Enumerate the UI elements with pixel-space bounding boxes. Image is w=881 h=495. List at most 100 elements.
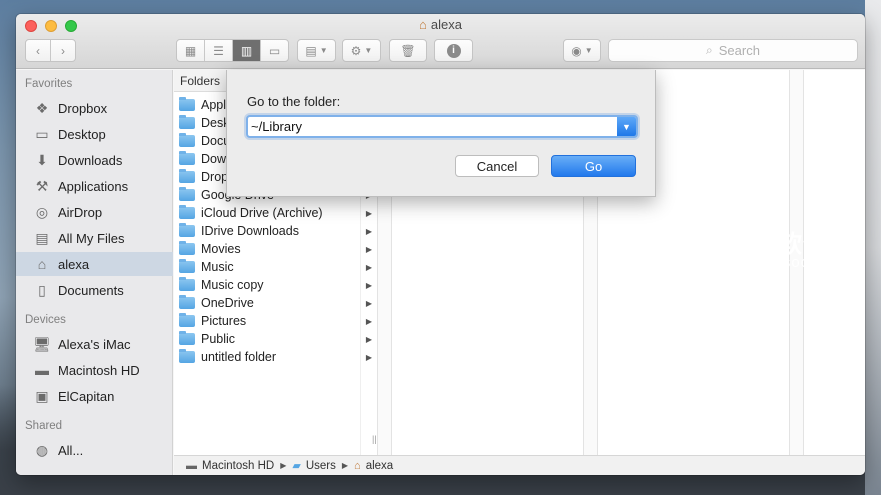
sidebar-item-macintosh-hd[interactable]: ▬ Macintosh HD (16, 358, 173, 382)
sidebar-item-all-shared[interactable]: ◍ All... (16, 438, 173, 462)
downloads-icon: ⬇ (36, 151, 48, 168)
disk-icon: ▬ (186, 459, 197, 472)
back-forward-control: ‹ › (25, 39, 76, 62)
airdrop-icon: ◎ (35, 203, 49, 220)
applications-icon: ⚒ (35, 177, 49, 194)
go-to-folder-dialog: Go to the folder: ▼ Cancel Go (226, 70, 656, 197)
sidebar-item-airdrop[interactable]: ◎ AirDrop (16, 200, 173, 224)
folder-row[interactable]: Music ▶ (174, 258, 372, 276)
folder-icon (179, 187, 195, 201)
folder-path-combobox: ▼ (246, 115, 638, 138)
folder-row[interactable]: untitled folder ▶ (174, 348, 372, 366)
folder-row[interactable]: IDrive Downloads ▶ (174, 222, 372, 240)
sidebar-item-alexas-imac[interactable]: 🖥 Alexa's iMac (16, 332, 173, 356)
folder-row[interactable]: Movies ▶ (174, 240, 372, 258)
cover-flow-icon: ▭ (268, 43, 281, 58)
path-item-alexa[interactable]: alexa (366, 460, 394, 472)
home-icon: ⌂ (37, 256, 47, 272)
folder-icon (179, 259, 195, 273)
folder-icon (179, 313, 195, 327)
folder-row[interactable]: OneDrive ▶ (174, 294, 372, 312)
list-view-button[interactable]: ☰ (205, 40, 232, 61)
column-view-button[interactable]: ▥ (232, 40, 261, 61)
chevron-right-icon: › (60, 43, 65, 58)
path-item-macintosh-hd[interactable]: Macintosh HD (202, 460, 274, 472)
arrange-icon: ▤ (305, 43, 317, 58)
folder-icon (179, 241, 195, 255)
desktop-icon: ▭ (35, 125, 49, 142)
folder-icon (179, 133, 195, 147)
arrange-button[interactable]: ▤ ▼ (297, 39, 336, 62)
forward-button[interactable]: › (51, 40, 75, 61)
eye-icon: ◉ (571, 43, 582, 58)
chevron-down-icon[interactable]: ▼ (617, 117, 636, 136)
documents-icon: ▯ (38, 281, 46, 298)
folder-icon (179, 97, 195, 111)
sidebar-item-alexa[interactable]: ⌂ alexa (16, 252, 173, 276)
folder-row[interactable]: Pictures ▶ (174, 312, 372, 330)
cover-flow-button[interactable]: ▭ (261, 40, 288, 61)
watermark-url: mac.orsoon.com (731, 254, 856, 271)
all-files-icon: ▤ (35, 229, 49, 246)
folder-icon (179, 295, 195, 309)
sidebar-item-desktop[interactable]: ▭ Desktop (16, 122, 173, 146)
sidebar-section-devices: Devices (25, 314, 66, 326)
folder-row[interactable]: Public ▶ (174, 330, 372, 348)
go-button[interactable]: Go (551, 155, 636, 177)
watermark: W 未来软件园 mac.orsoon.com (676, 220, 876, 280)
view-mode-control: ▦ ☰ ▥ ▭ (176, 39, 289, 62)
quick-look-button[interactable]: ◉ ▼ (563, 39, 601, 62)
sidebar-item-elcapitan[interactable]: ▣ ElCapitan (16, 384, 173, 408)
title-bar: ⌂ alexa ‹ › ▦ ☰ ▥ ▭ ▤ ▼ ⚙ ▼ 🗑 i ◉ ▼ ⌕ Se… (16, 14, 865, 69)
sidebar-item-downloads[interactable]: ⬇ Downloads (16, 148, 173, 172)
watermark-logo-icon: W (676, 222, 720, 266)
folder-path-input[interactable] (248, 117, 617, 136)
sidebar-item-applications[interactable]: ⚒ Applications (16, 174, 173, 198)
get-info-button[interactable]: i (434, 39, 473, 62)
chevron-left-icon: ‹ (36, 43, 41, 58)
home-icon: ⌂ (419, 17, 427, 32)
sidebar-item-all-my-files[interactable]: ▤ All My Files (16, 226, 173, 250)
folder-icon (179, 331, 195, 345)
sidebar-section-shared: Shared (25, 420, 63, 432)
sidebar-section-favorites: Favorites (25, 78, 73, 90)
list-icon: ☰ (213, 43, 224, 58)
imac-icon: 🖥 (33, 335, 51, 352)
disk-icon: ▬ (35, 362, 49, 378)
folder-row[interactable]: iCloud Drive (Archive) ▶ (174, 204, 372, 222)
sidebar-item-documents[interactable]: ▯ Documents (16, 278, 173, 302)
path-bar: ▬ Macintosh HD ▶ ▰ Users ▶ ⌂ alexa (174, 455, 865, 475)
home-icon: ⌂ (354, 459, 361, 472)
search-icon: ⌕ (706, 43, 713, 57)
folder-row[interactable]: Music copy ▶ (174, 276, 372, 294)
folder-icon (179, 205, 195, 219)
sidebar-item-dropbox[interactable]: ❖ Dropbox (16, 96, 173, 120)
column-resize-handle[interactable]: || (372, 434, 377, 444)
search-field[interactable]: ⌕ Search (608, 39, 858, 62)
folder-icon (179, 277, 195, 291)
columns-icon: ▥ (240, 43, 253, 58)
action-button[interactable]: ⚙ ▼ (342, 39, 381, 62)
dialog-label: Go to the folder: (247, 94, 341, 109)
back-button[interactable]: ‹ (26, 40, 50, 61)
trash-icon: 🗑 (400, 43, 416, 58)
dropbox-icon: ❖ (35, 99, 49, 116)
sidebar: Favorites ❖ Dropbox ▭ Desktop ⬇ Downloads ⚒… (16, 70, 173, 475)
disk-icon: ▣ (35, 387, 49, 404)
grid-icon: ▦ (184, 43, 197, 58)
folder-icon: ▰ (292, 460, 301, 472)
folder-icon (179, 115, 195, 129)
folder-icon (179, 349, 195, 363)
chevron-right-icon: ▶ (280, 461, 287, 470)
folder-icon (179, 151, 195, 165)
chevron-down-icon: ▼ (364, 46, 373, 55)
chevron-right-icon: ▶ (341, 461, 349, 470)
folder-icon (179, 169, 195, 183)
icon-view-button[interactable]: ▦ (177, 40, 204, 61)
network-icon: ◍ (35, 441, 49, 458)
folder-icon (179, 223, 195, 237)
trash-button[interactable]: 🗑 (389, 39, 427, 62)
cancel-button[interactable]: Cancel (455, 155, 539, 177)
window-title: ⌂ alexa (419, 17, 462, 32)
path-item-users[interactable]: Users (306, 460, 336, 472)
